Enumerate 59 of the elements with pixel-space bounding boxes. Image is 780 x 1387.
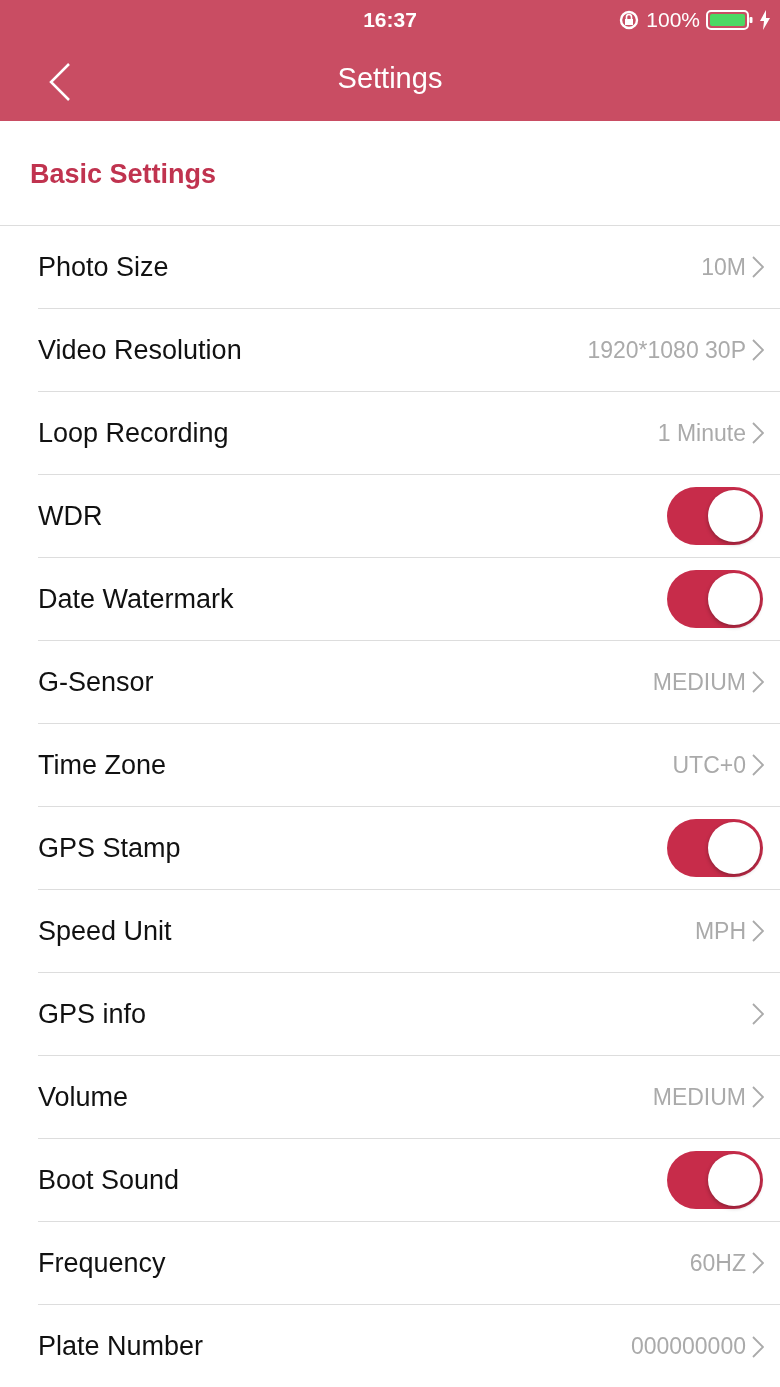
settings-row[interactable]: Volume MEDIUM — [38, 1056, 780, 1139]
settings-row[interactable]: G-Sensor MEDIUM — [38, 641, 780, 724]
screen-title: Settings — [336, 62, 444, 96]
setting-label: GPS Stamp — [38, 832, 182, 864]
setting-value: MEDIUM — [652, 668, 746, 696]
chevron-right-icon — [752, 1086, 764, 1108]
setting-value: 60HZ — [689, 1249, 746, 1277]
setting-label: Photo Size — [38, 251, 170, 283]
chevron-right-icon — [752, 339, 764, 361]
setting-label: Frequency — [38, 1247, 167, 1279]
battery-icon — [706, 9, 754, 31]
chevron-right-icon — [752, 1335, 764, 1358]
section-title: Basic Settings — [30, 157, 217, 190]
settings-row[interactable]: WDR — [38, 475, 780, 558]
toggle-switch[interactable] — [667, 1151, 763, 1209]
settings-row[interactable]: Video Resolution 1920*1080 30P — [38, 309, 780, 392]
toggle-switch[interactable] — [667, 487, 763, 545]
settings-row[interactable]: GPS Stamp — [38, 807, 780, 890]
settings-row[interactable]: Plate Number 000000000 — [38, 1305, 780, 1387]
settings-row[interactable]: Time Zone UTC+0 — [38, 724, 780, 807]
back-icon[interactable] — [48, 62, 72, 102]
toggle-switch[interactable] — [667, 819, 763, 877]
settings-row[interactable]: Frequency 60HZ — [38, 1222, 780, 1305]
settings-row[interactable]: Speed Unit MPH — [38, 890, 780, 973]
setting-label: Boot Sound — [38, 1164, 181, 1196]
setting-label: Loop Recording — [38, 417, 230, 449]
setting-value: MPH — [694, 917, 746, 945]
setting-label: Time Zone — [38, 749, 168, 781]
setting-label: GPS info — [38, 998, 148, 1030]
chevron-right-icon — [752, 422, 764, 444]
setting-label: G-Sensor — [38, 666, 155, 698]
setting-value: 1 Minute — [657, 419, 746, 447]
chevron-right-icon — [752, 1252, 764, 1274]
chevron-right-icon — [752, 671, 764, 693]
setting-value: 1920*1080 30P — [587, 336, 746, 364]
rotation-lock-icon — [618, 9, 641, 31]
chevron-right-icon — [752, 754, 764, 776]
toggle-switch[interactable] — [667, 570, 763, 628]
setting-label: Plate Number — [38, 1331, 205, 1362]
chevron-right-icon — [752, 920, 764, 942]
battery-percent: 100% — [646, 8, 700, 32]
settings-row[interactable]: Photo Size 10M — [38, 226, 780, 309]
setting-value: MEDIUM — [652, 1083, 746, 1111]
setting-label: Video Resolution — [38, 334, 243, 366]
status-time: 16:37 — [363, 8, 417, 32]
settings-row[interactable]: Loop Recording 1 Minute — [38, 392, 780, 475]
chevron-right-icon — [752, 1003, 764, 1025]
settings-row[interactable]: GPS info — [38, 973, 780, 1056]
setting-value: 10M — [701, 253, 746, 281]
chevron-right-icon — [752, 256, 764, 278]
setting-label: Speed Unit — [38, 915, 173, 947]
setting-value: UTC+0 — [672, 751, 746, 779]
setting-value: 000000000 — [630, 1333, 746, 1360]
settings-row[interactable]: Boot Sound — [38, 1139, 780, 1222]
setting-label: Volume — [38, 1081, 130, 1113]
charging-bolt-icon — [760, 10, 770, 30]
setting-label: Date Watermark — [38, 583, 235, 615]
settings-row[interactable]: Date Watermark — [38, 558, 780, 641]
setting-label: WDR — [38, 500, 104, 532]
